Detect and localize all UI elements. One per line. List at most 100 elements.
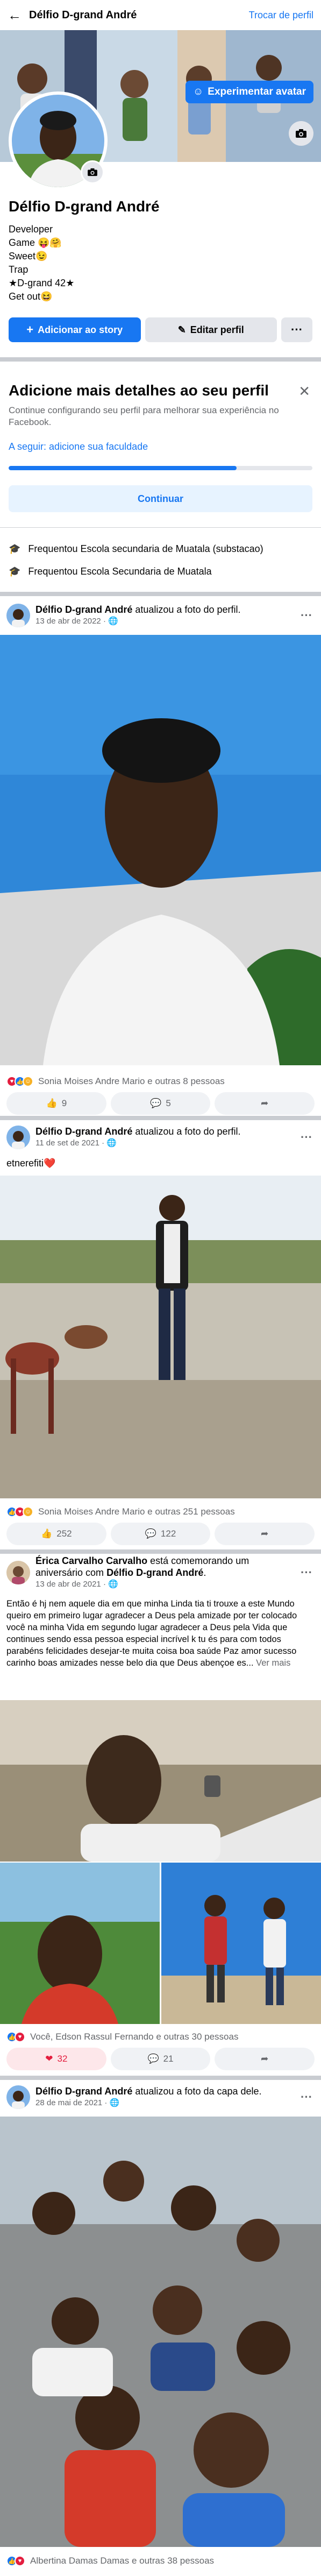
post-date[interactable]: 28 de mai de 2021	[35, 2098, 102, 2107]
bio-line: Developer	[9, 224, 53, 235]
like-button[interactable]: 👍 252	[6, 1523, 106, 1545]
post-photo[interactable]	[0, 1176, 321, 1498]
thumbs-up-icon: 👍	[41, 1528, 53, 1539]
post-date[interactable]: 11 de set de 2021	[35, 1138, 99, 1148]
comment-button[interactable]: 💬 21	[110, 2048, 211, 2070]
post-author-name[interactable]: Délfio D-grand André	[35, 1126, 132, 1137]
more-options-button[interactable]: ···	[281, 317, 312, 342]
like-count: 32	[57, 2054, 68, 2064]
add-story-button[interactable]: + Adicionar ao story	[9, 317, 141, 342]
edit-profile-button[interactable]: ✎ Editar perfil	[145, 317, 277, 342]
add-story-label: Adicionar ao story	[38, 324, 123, 335]
experiment-avatar-label: Experimentar avatar	[208, 86, 306, 97]
post-author-avatar[interactable]	[6, 1561, 30, 1584]
post-header: Érica Carvalho Carvalho está comemorando…	[0, 1554, 321, 1591]
comment-icon: 💬	[150, 1098, 162, 1108]
continue-button[interactable]: Continuar	[9, 485, 312, 512]
post-author-avatar[interactable]	[6, 604, 30, 627]
experiment-avatar-button[interactable]: ☺ Experimentar avatar	[185, 81, 313, 103]
back-arrow-icon[interactable]: ←	[8, 7, 24, 24]
comment-count: 122	[160, 1528, 176, 1539]
details-subtitle: Continue configurando seu perfil para me…	[9, 405, 279, 427]
post-action: atualizou a foto do perfil.	[135, 604, 241, 615]
share-button[interactable]: ➦	[215, 1092, 315, 1115]
post-header: Délfio D-grand André atualizou a foto do…	[0, 1120, 321, 1155]
bio-line: ★D-grand 42★	[9, 278, 75, 288]
reaction-icons: 👍 ♥	[6, 2032, 25, 2042]
post-photo-image	[161, 1863, 321, 2024]
post-photo[interactable]	[0, 1863, 160, 2024]
post-more-icon[interactable]: ···	[298, 608, 315, 622]
add-college-link[interactable]: A seguir: adicione sua faculdade	[9, 441, 148, 452]
post-photo[interactable]	[0, 1700, 321, 1862]
post-author-name[interactable]: Érica Carvalho Carvalho	[35, 1555, 147, 1566]
post-date[interactable]: 13 de abr de 2022	[35, 617, 101, 626]
education-item[interactable]: 🎓 Frequentou Escola Secundaria de Muatal…	[9, 566, 212, 577]
profile-bio: Developer Game 😝🤗 Sweet😉 Trap ★D-grand 4…	[9, 223, 74, 303]
profile-progress-fill	[9, 466, 237, 470]
post-author-name[interactable]: Délfio D-grand André	[35, 604, 132, 615]
post-date[interactable]: 13 de abr de 2021	[35, 1580, 101, 1589]
education-item[interactable]: 🎓 Frequentou Escola secundaria de Muatal…	[9, 543, 263, 555]
bio-line: Game 😝🤗	[9, 237, 62, 248]
post-header: Délfio D-grand André atualizou a foto da…	[0, 2080, 321, 2114]
see-more-link[interactable]: Ver mais	[256, 1658, 290, 1668]
comment-count: 21	[163, 2054, 174, 2064]
post-more-icon[interactable]: ···	[298, 1566, 315, 1580]
post-reactions-summary[interactable]: 👍 ♥ ☺ Sonia Moises Andre Mario e outras …	[6, 1506, 235, 1517]
post-author-name[interactable]: Délfio D-grand André	[35, 2086, 132, 2097]
reaction-icons: 👍 ♥ ☺	[6, 1506, 33, 1517]
post-photo[interactable]	[161, 1863, 321, 2024]
graduation-cap-icon: 🎓	[9, 543, 21, 554]
globe-icon: 🌐	[108, 1580, 118, 1589]
post-photo-image	[0, 1863, 160, 2024]
comment-button[interactable]: 💬 122	[110, 1523, 211, 1545]
close-icon[interactable]: ✕	[298, 383, 310, 400]
profile-name: Délfio D-grand André	[9, 198, 160, 215]
pencil-icon: ✎	[177, 324, 186, 335]
post-photo-image	[0, 1700, 321, 1862]
love-reaction-icon: ♥	[15, 2032, 25, 2042]
edit-profile-picture-camera-icon[interactable]	[81, 160, 104, 184]
reaction-icons: ♥ 👍 ☺	[6, 1076, 33, 1087]
post-photo[interactable]	[0, 635, 321, 1065]
post-photo-image	[0, 1176, 321, 1498]
top-bar-profile-name: Délfio D-grand André	[29, 9, 137, 21]
post-photo-image	[0, 635, 321, 1065]
post-photo[interactable]	[0, 2117, 321, 2547]
avatar-icon: ☺	[192, 86, 204, 97]
post-photo-image	[0, 2117, 321, 2547]
bio-line: Sweet😉	[9, 251, 48, 261]
edit-cover-camera-icon[interactable]	[289, 121, 313, 146]
post-reactions-summary[interactable]: 👍 ♥ Você, Edson Rassul Fernando e outras…	[6, 2032, 238, 2042]
post-caption-text: Então é hj nem aquele dia em que minha L…	[6, 1599, 297, 1668]
tagged-person-name[interactable]: Délfio D-grand André	[106, 1567, 203, 1578]
bio-line: Trap	[9, 264, 28, 275]
section-divider	[0, 1549, 321, 1554]
plus-icon: +	[26, 323, 34, 336]
post-header-text: Délfio D-grand André atualizou a foto do…	[35, 604, 241, 626]
haha-reaction-icon: ☺	[23, 1506, 33, 1517]
like-button[interactable]: ❤ 32	[6, 2048, 106, 2070]
post-more-icon[interactable]: ···	[298, 1130, 315, 1144]
education-text: Frequentou Escola secundaria de Muatala …	[28, 543, 263, 554]
education-text: Frequentou Escola Secundaria de Muatala	[28, 566, 212, 577]
like-button[interactable]: 👍 9	[6, 1092, 106, 1115]
post-action-bar: 👍 9 💬 5 ➦	[6, 1092, 315, 1115]
share-button[interactable]: ➦	[215, 2048, 315, 2070]
like-count: 9	[61, 1098, 67, 1108]
reaction-icons: 👍 ♥	[6, 2556, 25, 2566]
switch-profile-link[interactable]: Trocar de perfil	[249, 10, 313, 21]
like-count: 252	[56, 1528, 72, 1539]
section-divider	[0, 357, 321, 362]
post-reactions-summary[interactable]: 👍 ♥ Albertina Damas Damas e outras 38 pe…	[6, 2556, 214, 2566]
thumbs-up-icon: 👍	[46, 1098, 58, 1108]
post-reactions-summary[interactable]: ♥ 👍 ☺ Sonia Moises Andre Mario e outras …	[6, 1076, 225, 1087]
post-author-avatar[interactable]	[6, 1126, 30, 1149]
post-author-avatar[interactable]	[6, 2085, 30, 2109]
post-more-icon[interactable]: ···	[298, 2090, 315, 2104]
post-caption: etnerefiti❤️	[6, 1158, 56, 1169]
divider	[0, 527, 321, 528]
share-button[interactable]: ➦	[215, 1523, 315, 1545]
comment-button[interactable]: 💬 5	[110, 1092, 211, 1115]
